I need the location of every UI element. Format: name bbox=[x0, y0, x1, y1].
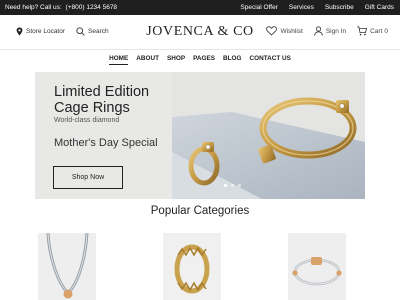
user-icon bbox=[314, 26, 323, 36]
slider-dot-2[interactable] bbox=[231, 184, 234, 187]
slider-dot-1[interactable] bbox=[224, 184, 227, 187]
necklace-image bbox=[38, 233, 96, 300]
sign-in-link[interactable]: Sign In bbox=[314, 26, 346, 36]
cart-icon bbox=[357, 26, 368, 36]
hero-title: Limited Edition Cage Rings bbox=[54, 84, 149, 116]
hero-title-line-2: Cage Rings bbox=[54, 100, 130, 116]
main-nav: HOME ABOUT SHOP PAGES BLOG CONTACT US bbox=[0, 55, 400, 65]
slider-dots bbox=[224, 184, 251, 187]
nav-blog[interactable]: BLOG bbox=[223, 55, 241, 65]
nav-home[interactable]: HOME bbox=[109, 55, 129, 65]
top-bar: Need help? Call us: (+800) 1234 5678 Spe… bbox=[0, 0, 400, 15]
hero-banner: Limited Edition Cage Rings World-class d… bbox=[35, 72, 365, 199]
category-rings[interactable] bbox=[163, 233, 221, 300]
bracelet-image bbox=[288, 233, 346, 300]
wishlist-link[interactable]: Wishlist bbox=[266, 26, 303, 36]
top-link-gift-cards[interactable]: Gift Cards bbox=[365, 4, 394, 11]
top-link-services[interactable]: Services bbox=[289, 4, 314, 11]
phone-number[interactable]: (+800) 1234 5678 bbox=[66, 4, 118, 11]
popular-categories-title: Popular Categories bbox=[150, 205, 250, 217]
nav-contact-us[interactable]: CONTACT US bbox=[250, 55, 291, 65]
help-text: Need help? Call us: bbox=[5, 4, 62, 11]
cart-label: Cart bbox=[370, 27, 383, 35]
hero-subtitle: World-class diamond bbox=[54, 117, 120, 124]
hero-promo: Mother's Day Special bbox=[54, 137, 158, 149]
top-link-special-offer[interactable]: Special Offer bbox=[240, 4, 277, 11]
site-header: Store Locator Search JOVENCA & CO Wishli… bbox=[0, 15, 400, 49]
heart-icon bbox=[266, 26, 278, 36]
shop-now-button[interactable]: Shop Now bbox=[53, 166, 123, 189]
cart-count: 0 bbox=[384, 27, 388, 35]
top-links: Special Offer Services Subscribe Gift Ca… bbox=[240, 4, 394, 11]
category-bracelets[interactable] bbox=[288, 233, 346, 300]
nav-about[interactable]: ABOUT bbox=[136, 55, 159, 65]
category-necklaces[interactable] bbox=[38, 233, 96, 300]
header-divider bbox=[0, 49, 400, 50]
wishlist-label: Wishlist bbox=[280, 27, 303, 35]
help-contact: Need help? Call us: (+800) 1234 5678 bbox=[5, 4, 119, 11]
hero-title-line-1: Limited Edition bbox=[54, 84, 150, 100]
slider-dot-3[interactable] bbox=[238, 184, 241, 187]
ring-image bbox=[163, 233, 221, 300]
cart-link[interactable]: Cart 0 bbox=[357, 26, 388, 36]
nav-pages[interactable]: PAGES bbox=[193, 55, 215, 65]
sign-in-label: Sign In bbox=[325, 27, 347, 35]
top-link-subscribe[interactable]: Subscribe bbox=[325, 4, 354, 11]
cage-rings-image bbox=[172, 72, 365, 199]
nav-shop[interactable]: SHOP bbox=[167, 55, 185, 65]
